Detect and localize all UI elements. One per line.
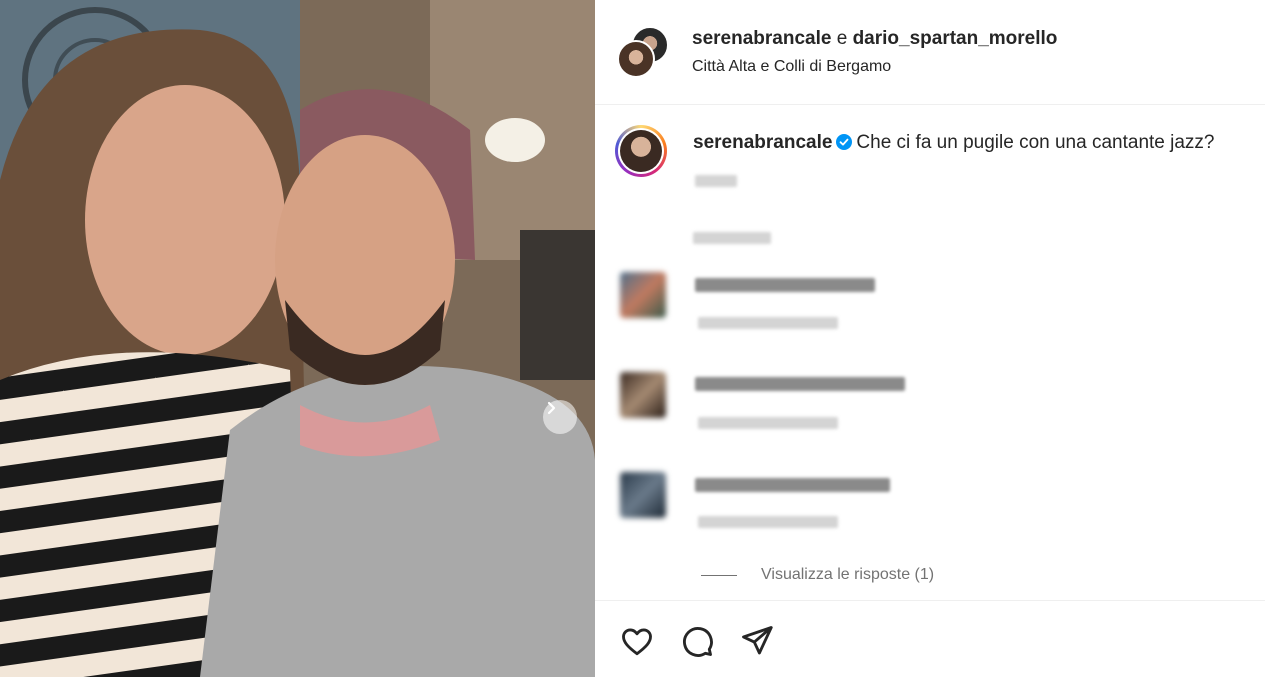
comment-meta-redacted (698, 516, 838, 528)
caption-timestamp-redacted (695, 175, 737, 187)
view-replies-label: Visualizza le risposte (1) (761, 566, 935, 583)
author-username-link[interactable]: serenabrancale (692, 28, 831, 49)
caption: serenabrancale Che ci fa un pugile con un… (693, 132, 1215, 156)
collab-avatars[interactable] (617, 26, 669, 78)
caption-avatar[interactable] (615, 125, 667, 177)
post-actions (595, 600, 1265, 678)
comment-icon (683, 627, 713, 657)
comment-text-redacted (695, 377, 905, 391)
post-header: serenabrancale e dario_spartan_morello C… (595, 0, 1265, 105)
comment-text-redacted (695, 478, 890, 492)
comment-avatar[interactable] (620, 472, 666, 518)
heart-icon (622, 628, 652, 656)
like-button[interactable] (619, 623, 655, 659)
post-photo (0, 0, 595, 677)
replies-divider (701, 574, 737, 576)
caption-meta-redacted (693, 232, 771, 244)
authors-connector: e (836, 28, 848, 49)
comment-meta-redacted (698, 417, 838, 429)
comment-avatar[interactable] (620, 272, 666, 318)
collaborator-username-link[interactable]: dario_spartan_morello (853, 28, 1058, 49)
caption-text: Che ci fa un pugile con una cantante jaz… (856, 132, 1215, 153)
view-replies-button[interactable]: Visualizza le risposte (1) (701, 566, 934, 584)
next-arrow-icon (547, 401, 556, 415)
share-icon (742, 626, 773, 655)
verified-icon (836, 134, 853, 156)
post-details-panel: serenabrancale e dario_spartan_morello C… (595, 0, 1265, 677)
avatar-author (617, 40, 655, 78)
caption-username[interactable]: serenabrancale (693, 132, 832, 153)
comment-avatar[interactable] (620, 372, 666, 418)
comment-meta-redacted (698, 317, 838, 329)
next-image-button[interactable] (543, 400, 577, 434)
location-link[interactable]: Città Alta e Colli di Bergamo (692, 58, 891, 76)
share-button[interactable] (739, 623, 775, 659)
comment-text-redacted (695, 278, 875, 292)
comment-button[interactable] (679, 623, 715, 659)
post-media[interactable] (0, 0, 595, 677)
post-authors: serenabrancale e dario_spartan_morello (692, 28, 1057, 50)
